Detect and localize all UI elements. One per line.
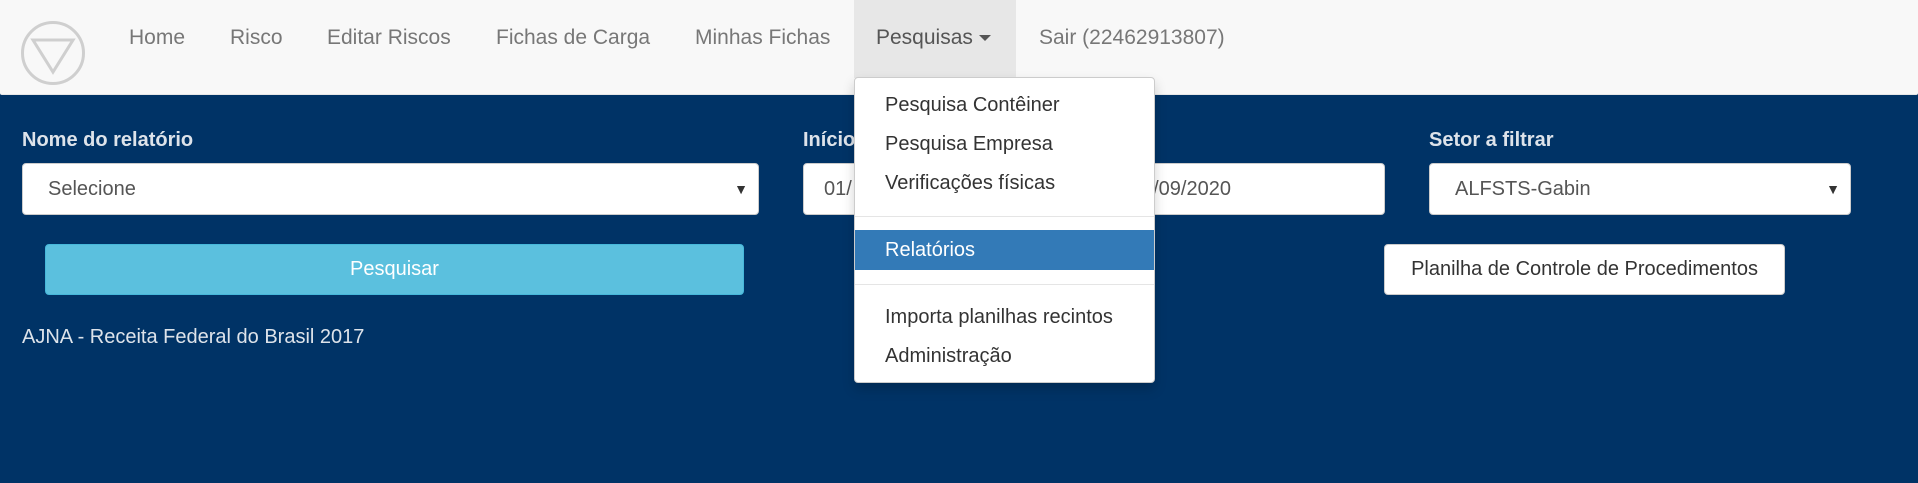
sector-select[interactable]: ALFSTS-Gabin ▼ [1429,163,1851,215]
select-arrow-icon: ▼ [1826,181,1840,197]
nav-sair[interactable]: Sair (22462913807) [1017,0,1247,78]
start-date-value: 01/ [824,178,852,200]
start-date-label: Início [803,129,856,151]
nav-fichas-de-carga[interactable]: Fichas de Carga [474,0,672,78]
nav-risco[interactable]: Risco [208,0,305,78]
nav-pesquisas-label: Pesquisas [876,26,973,49]
report-select-value: Selecione [48,178,136,200]
menu-item-administracao[interactable]: Administração [855,337,1154,376]
search-button[interactable]: Pesquisar [45,244,744,295]
report-select[interactable]: Selecione ▼ [22,163,759,215]
nav-pesquisas[interactable]: Pesquisas [854,0,1016,78]
menu-divider [855,216,1154,217]
menu-item-verificacoes-fisicas[interactable]: Verificações físicas [855,164,1154,203]
select-arrow-icon: ▼ [734,181,748,197]
menu-item-importa-planilhas[interactable]: Importa planilhas recintos [855,298,1154,337]
sector-label: Setor a filtrar [1429,129,1554,151]
menu-divider [855,284,1154,285]
menu-item-pesquisa-empresa[interactable]: Pesquisa Empresa [855,125,1154,164]
end-date-value: 3/09/2020 [1142,178,1231,200]
report-name-label: Nome do relatório [22,129,194,151]
menu-item-relatorios[interactable]: Relatórios [855,230,1154,270]
nav-editar-riscos[interactable]: Editar Riscos [305,0,473,78]
nav-home[interactable]: Home [107,0,207,78]
sector-select-value: ALFSTS-Gabin [1455,178,1591,200]
pesquisas-dropdown-menu: Pesquisa Contêiner Pesquisa Empresa Veri… [854,77,1155,383]
menu-item-pesquisa-conteiner[interactable]: Pesquisa Contêiner [855,86,1154,125]
footer-text: AJNA - Receita Federal do Brasil 2017 [22,326,365,348]
logo-icon[interactable] [21,21,85,85]
caret-down-icon [978,35,991,42]
planilha-button[interactable]: Planilha de Controle de Procedimentos [1384,244,1785,295]
nav-minhas-fichas[interactable]: Minhas Fichas [673,0,852,78]
